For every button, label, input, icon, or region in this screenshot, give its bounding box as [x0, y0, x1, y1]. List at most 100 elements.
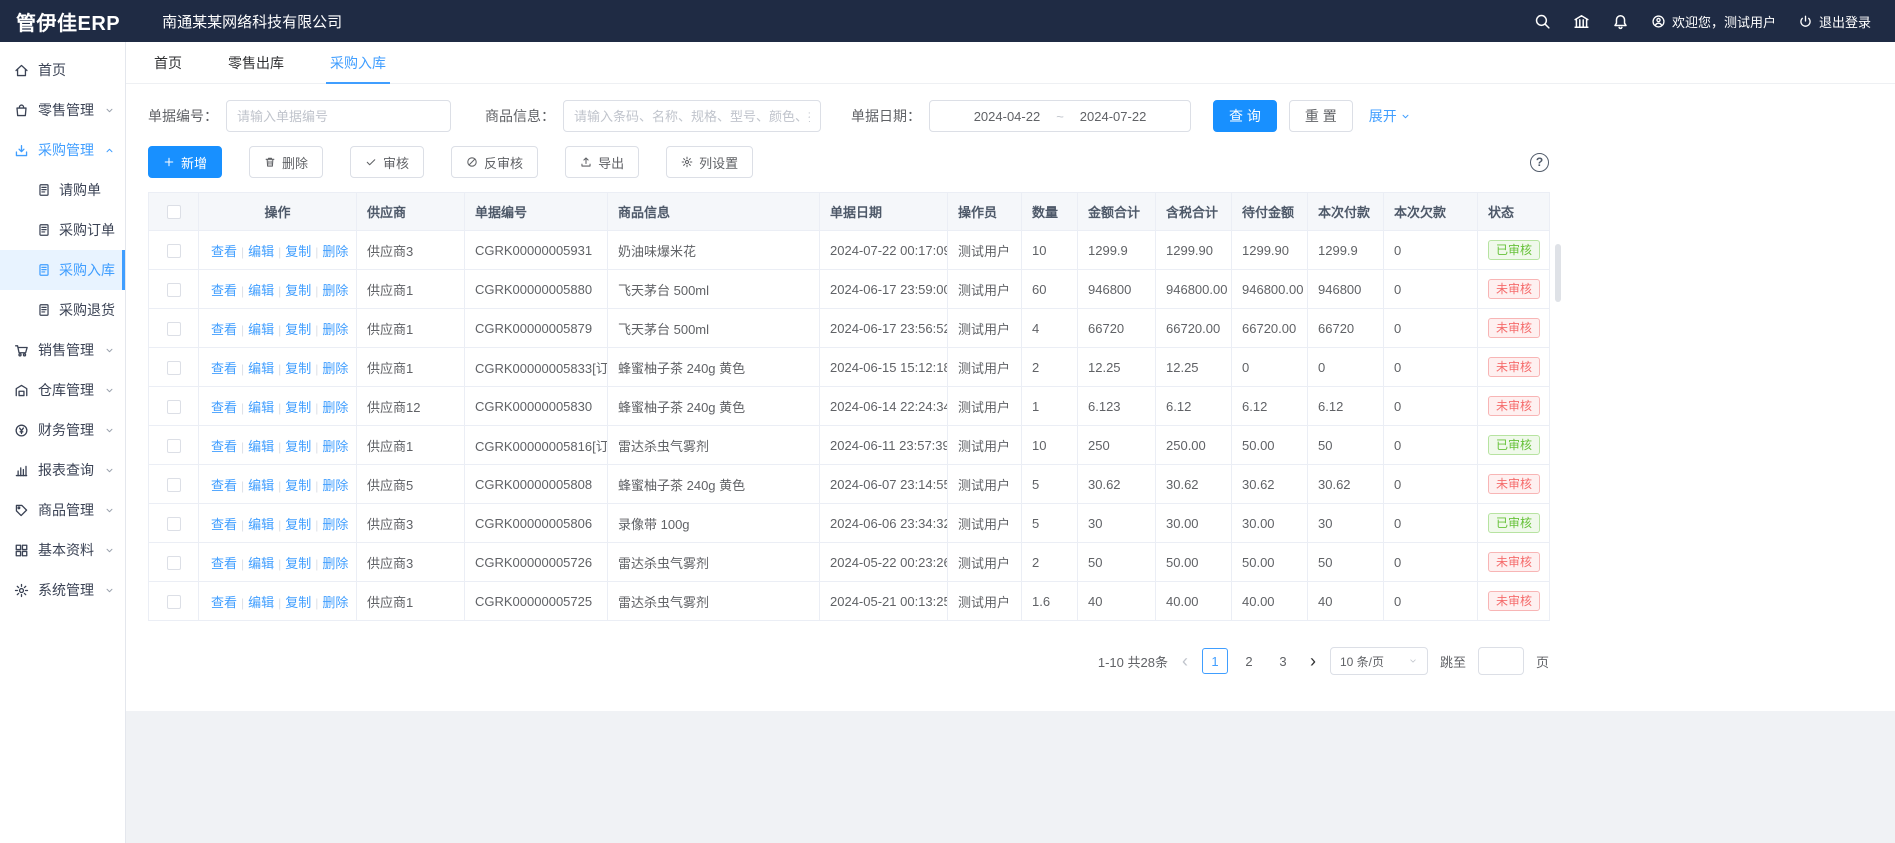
row-action-delete[interactable]: 删除 — [322, 556, 348, 571]
row-action-view[interactable]: 查看 — [211, 400, 237, 415]
row-action-delete[interactable]: 删除 — [322, 244, 348, 259]
sidebar-item-sales[interactable]: 销售管理 — [0, 330, 125, 370]
row-action-edit[interactable]: 编辑 — [248, 556, 274, 571]
row-checkbox[interactable] — [167, 322, 181, 336]
row-action-edit[interactable]: 编辑 — [248, 478, 274, 493]
row-action-copy[interactable]: 复制 — [285, 322, 311, 337]
jump-page-input[interactable] — [1478, 647, 1524, 675]
row-action-view[interactable]: 查看 — [211, 283, 237, 298]
export-button[interactable]: 导出 — [565, 146, 639, 178]
expand-filters-link[interactable]: 展开 — [1369, 106, 1411, 126]
page-number-1[interactable]: 1 — [1202, 648, 1228, 674]
reset-button[interactable]: 重 置 — [1289, 100, 1353, 132]
page-size-select[interactable]: 10 条/页 — [1330, 647, 1428, 675]
next-page-button[interactable]: › — [1308, 652, 1318, 670]
row-action-copy[interactable]: 复制 — [285, 556, 311, 571]
row-action-edit[interactable]: 编辑 — [248, 322, 274, 337]
action-separator: | — [241, 323, 244, 337]
row-action-delete[interactable]: 删除 — [322, 595, 348, 610]
column-settings-button[interactable]: 列设置 — [666, 146, 753, 178]
tab-retail-outbound[interactable]: 零售出库 — [228, 42, 284, 83]
table-scrollbar[interactable] — [1555, 244, 1561, 302]
bell-icon[interactable] — [1612, 13, 1629, 30]
sidebar-item-report[interactable]: 报表查询 — [0, 450, 125, 490]
column-header: 状态 — [1478, 193, 1550, 231]
select-all-checkbox[interactable] — [167, 205, 181, 219]
help-icon[interactable]: ? — [1530, 153, 1549, 172]
delete-button[interactable]: 删除 — [249, 146, 323, 178]
date-range-picker[interactable]: 2024-04-22 ~ 2024-07-22 — [929, 100, 1191, 132]
row-checkbox[interactable] — [167, 400, 181, 414]
row-action-view[interactable]: 查看 — [211, 556, 237, 571]
product-info-input[interactable] — [563, 100, 821, 132]
prev-page-button[interactable]: ‹ — [1180, 652, 1190, 670]
sidebar-item-purchase-order[interactable]: 采购订单 — [0, 210, 125, 250]
bill-no-input[interactable] — [226, 100, 451, 132]
page-number-3[interactable]: 3 — [1270, 648, 1296, 674]
row-checkbox[interactable] — [167, 556, 181, 570]
row-action-copy[interactable]: 复制 — [285, 283, 311, 298]
sidebar-item-purchase[interactable]: 采购管理 — [0, 130, 125, 170]
row-action-delete[interactable]: 删除 — [322, 322, 348, 337]
row-action-view[interactable]: 查看 — [211, 517, 237, 532]
row-action-copy[interactable]: 复制 — [285, 517, 311, 532]
row-checkbox[interactable] — [167, 595, 181, 609]
row-action-delete[interactable]: 删除 — [322, 478, 348, 493]
row-action-edit[interactable]: 编辑 — [248, 439, 274, 454]
audit-button[interactable]: 审核 — [350, 146, 424, 178]
date-from-value[interactable]: 2024-04-22 — [974, 109, 1041, 124]
row-checkbox[interactable] — [167, 517, 181, 531]
sidebar-item-retail[interactable]: 零售管理 — [0, 90, 125, 130]
row-action-view[interactable]: 查看 — [211, 361, 237, 376]
tab-purchase-inbound[interactable]: 采购入库 — [330, 42, 386, 83]
row-action-view[interactable]: 查看 — [211, 322, 237, 337]
sidebar-item-home[interactable]: 首页 — [0, 50, 125, 90]
row-action-copy[interactable]: 复制 — [285, 478, 311, 493]
row-checkbox[interactable] — [167, 244, 181, 258]
row-action-view[interactable]: 查看 — [211, 595, 237, 610]
unaudit-button[interactable]: 反审核 — [451, 146, 538, 178]
logout-button[interactable]: 退出登录 — [1798, 12, 1871, 31]
row-action-copy[interactable]: 复制 — [285, 595, 311, 610]
sidebar-item-system[interactable]: 系统管理 — [0, 570, 125, 610]
row-action-delete[interactable]: 删除 — [322, 439, 348, 454]
search-button[interactable]: 查 询 — [1213, 100, 1277, 132]
sidebar-item-finance[interactable]: 财务管理 — [0, 410, 125, 450]
row-action-edit[interactable]: 编辑 — [248, 400, 274, 415]
sidebar-item-goods[interactable]: 商品管理 — [0, 490, 125, 530]
row-checkbox[interactable] — [167, 361, 181, 375]
row-action-view[interactable]: 查看 — [211, 244, 237, 259]
row-checkbox[interactable] — [167, 439, 181, 453]
row-action-edit[interactable]: 编辑 — [248, 361, 274, 376]
row-action-delete[interactable]: 删除 — [322, 400, 348, 415]
cell-paid: 30.62 — [1308, 465, 1384, 504]
row-checkbox[interactable] — [167, 478, 181, 492]
sidebar-item-warehouse[interactable]: 仓库管理 — [0, 370, 125, 410]
row-checkbox[interactable] — [167, 283, 181, 297]
add-button[interactable]: 新增 — [148, 146, 222, 178]
sidebar-item-basic[interactable]: 基本资料 — [0, 530, 125, 570]
row-action-copy[interactable]: 复制 — [285, 244, 311, 259]
row-action-copy[interactable]: 复制 — [285, 361, 311, 376]
row-action-copy[interactable]: 复制 — [285, 439, 311, 454]
date-to-value[interactable]: 2024-07-22 — [1080, 109, 1147, 124]
bank-icon[interactable] — [1573, 13, 1590, 30]
row-action-view[interactable]: 查看 — [211, 439, 237, 454]
sidebar-item-purchase-return[interactable]: 采购退货 — [0, 290, 125, 330]
row-action-delete[interactable]: 删除 — [322, 361, 348, 376]
row-action-edit[interactable]: 编辑 — [248, 595, 274, 610]
row-action-edit[interactable]: 编辑 — [248, 283, 274, 298]
row-action-edit[interactable]: 编辑 — [248, 244, 274, 259]
row-action-edit[interactable]: 编辑 — [248, 517, 274, 532]
page-number-2[interactable]: 2 — [1236, 648, 1262, 674]
cell-amount: 1299.9 — [1078, 231, 1156, 270]
sidebar-item-purchase-inbound[interactable]: 采购入库 — [0, 250, 125, 290]
welcome-user[interactable]: 欢迎您，测试用户 — [1651, 12, 1776, 31]
row-action-delete[interactable]: 删除 — [322, 283, 348, 298]
sidebar-item-purchase-request[interactable]: 请购单 — [0, 170, 125, 210]
tab-home[interactable]: 首页 — [154, 42, 182, 83]
row-action-view[interactable]: 查看 — [211, 478, 237, 493]
search-icon[interactable] — [1534, 13, 1551, 30]
row-action-copy[interactable]: 复制 — [285, 400, 311, 415]
row-action-delete[interactable]: 删除 — [322, 517, 348, 532]
